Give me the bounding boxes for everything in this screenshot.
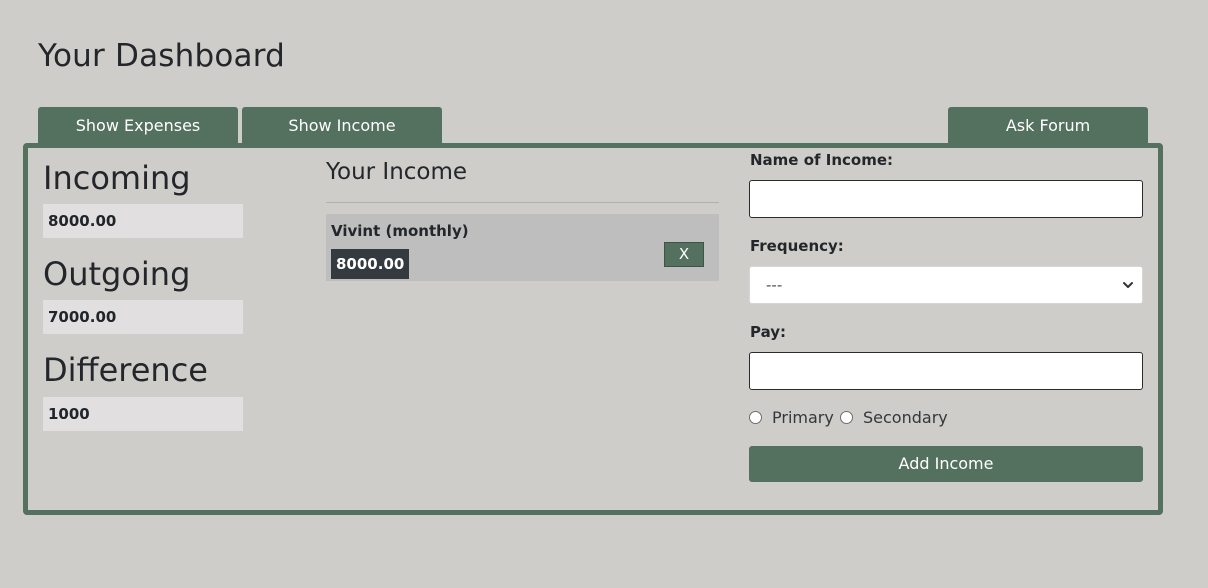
primary-radio-label[interactable]: Primary [772,408,834,427]
frequency-label: Frequency: [750,237,844,255]
delete-income-button[interactable]: X [664,242,704,267]
name-of-income-input[interactable] [749,180,1143,218]
page-title: Your Dashboard [38,38,286,74]
chevron-down-icon [1123,282,1133,288]
tab-show-income[interactable]: Show Income [242,107,442,144]
secondary-radio[interactable] [840,411,853,424]
secondary-radio-label[interactable]: Secondary [863,408,948,427]
tab-show-expenses[interactable]: Show Expenses [38,107,238,144]
pay-label: Pay: [750,323,787,341]
primary-radio[interactable] [749,411,762,424]
list-item: Vivint (monthly) 8000.00 X [326,214,719,281]
income-list-divider [326,202,719,203]
difference-heading: Difference [43,351,208,389]
income-item-name: Vivint (monthly) [331,222,469,240]
income-list-heading: Your Income [326,159,468,185]
tab-ask-forum[interactable]: Ask Forum [948,107,1148,144]
frequency-select[interactable]: --- [749,266,1143,304]
add-income-button[interactable]: Add Income [749,446,1143,482]
incoming-value: 8000.00 [43,204,243,238]
outgoing-value: 7000.00 [43,300,243,334]
pay-input[interactable] [749,352,1143,390]
difference-value: 1000 [43,397,243,431]
incoming-heading: Incoming [43,159,191,197]
outgoing-heading: Outgoing [43,255,191,293]
income-item-amount: 8000.00 [331,249,410,279]
name-of-income-label: Name of Income: [750,151,894,169]
frequency-selected-value: --- [766,276,783,294]
